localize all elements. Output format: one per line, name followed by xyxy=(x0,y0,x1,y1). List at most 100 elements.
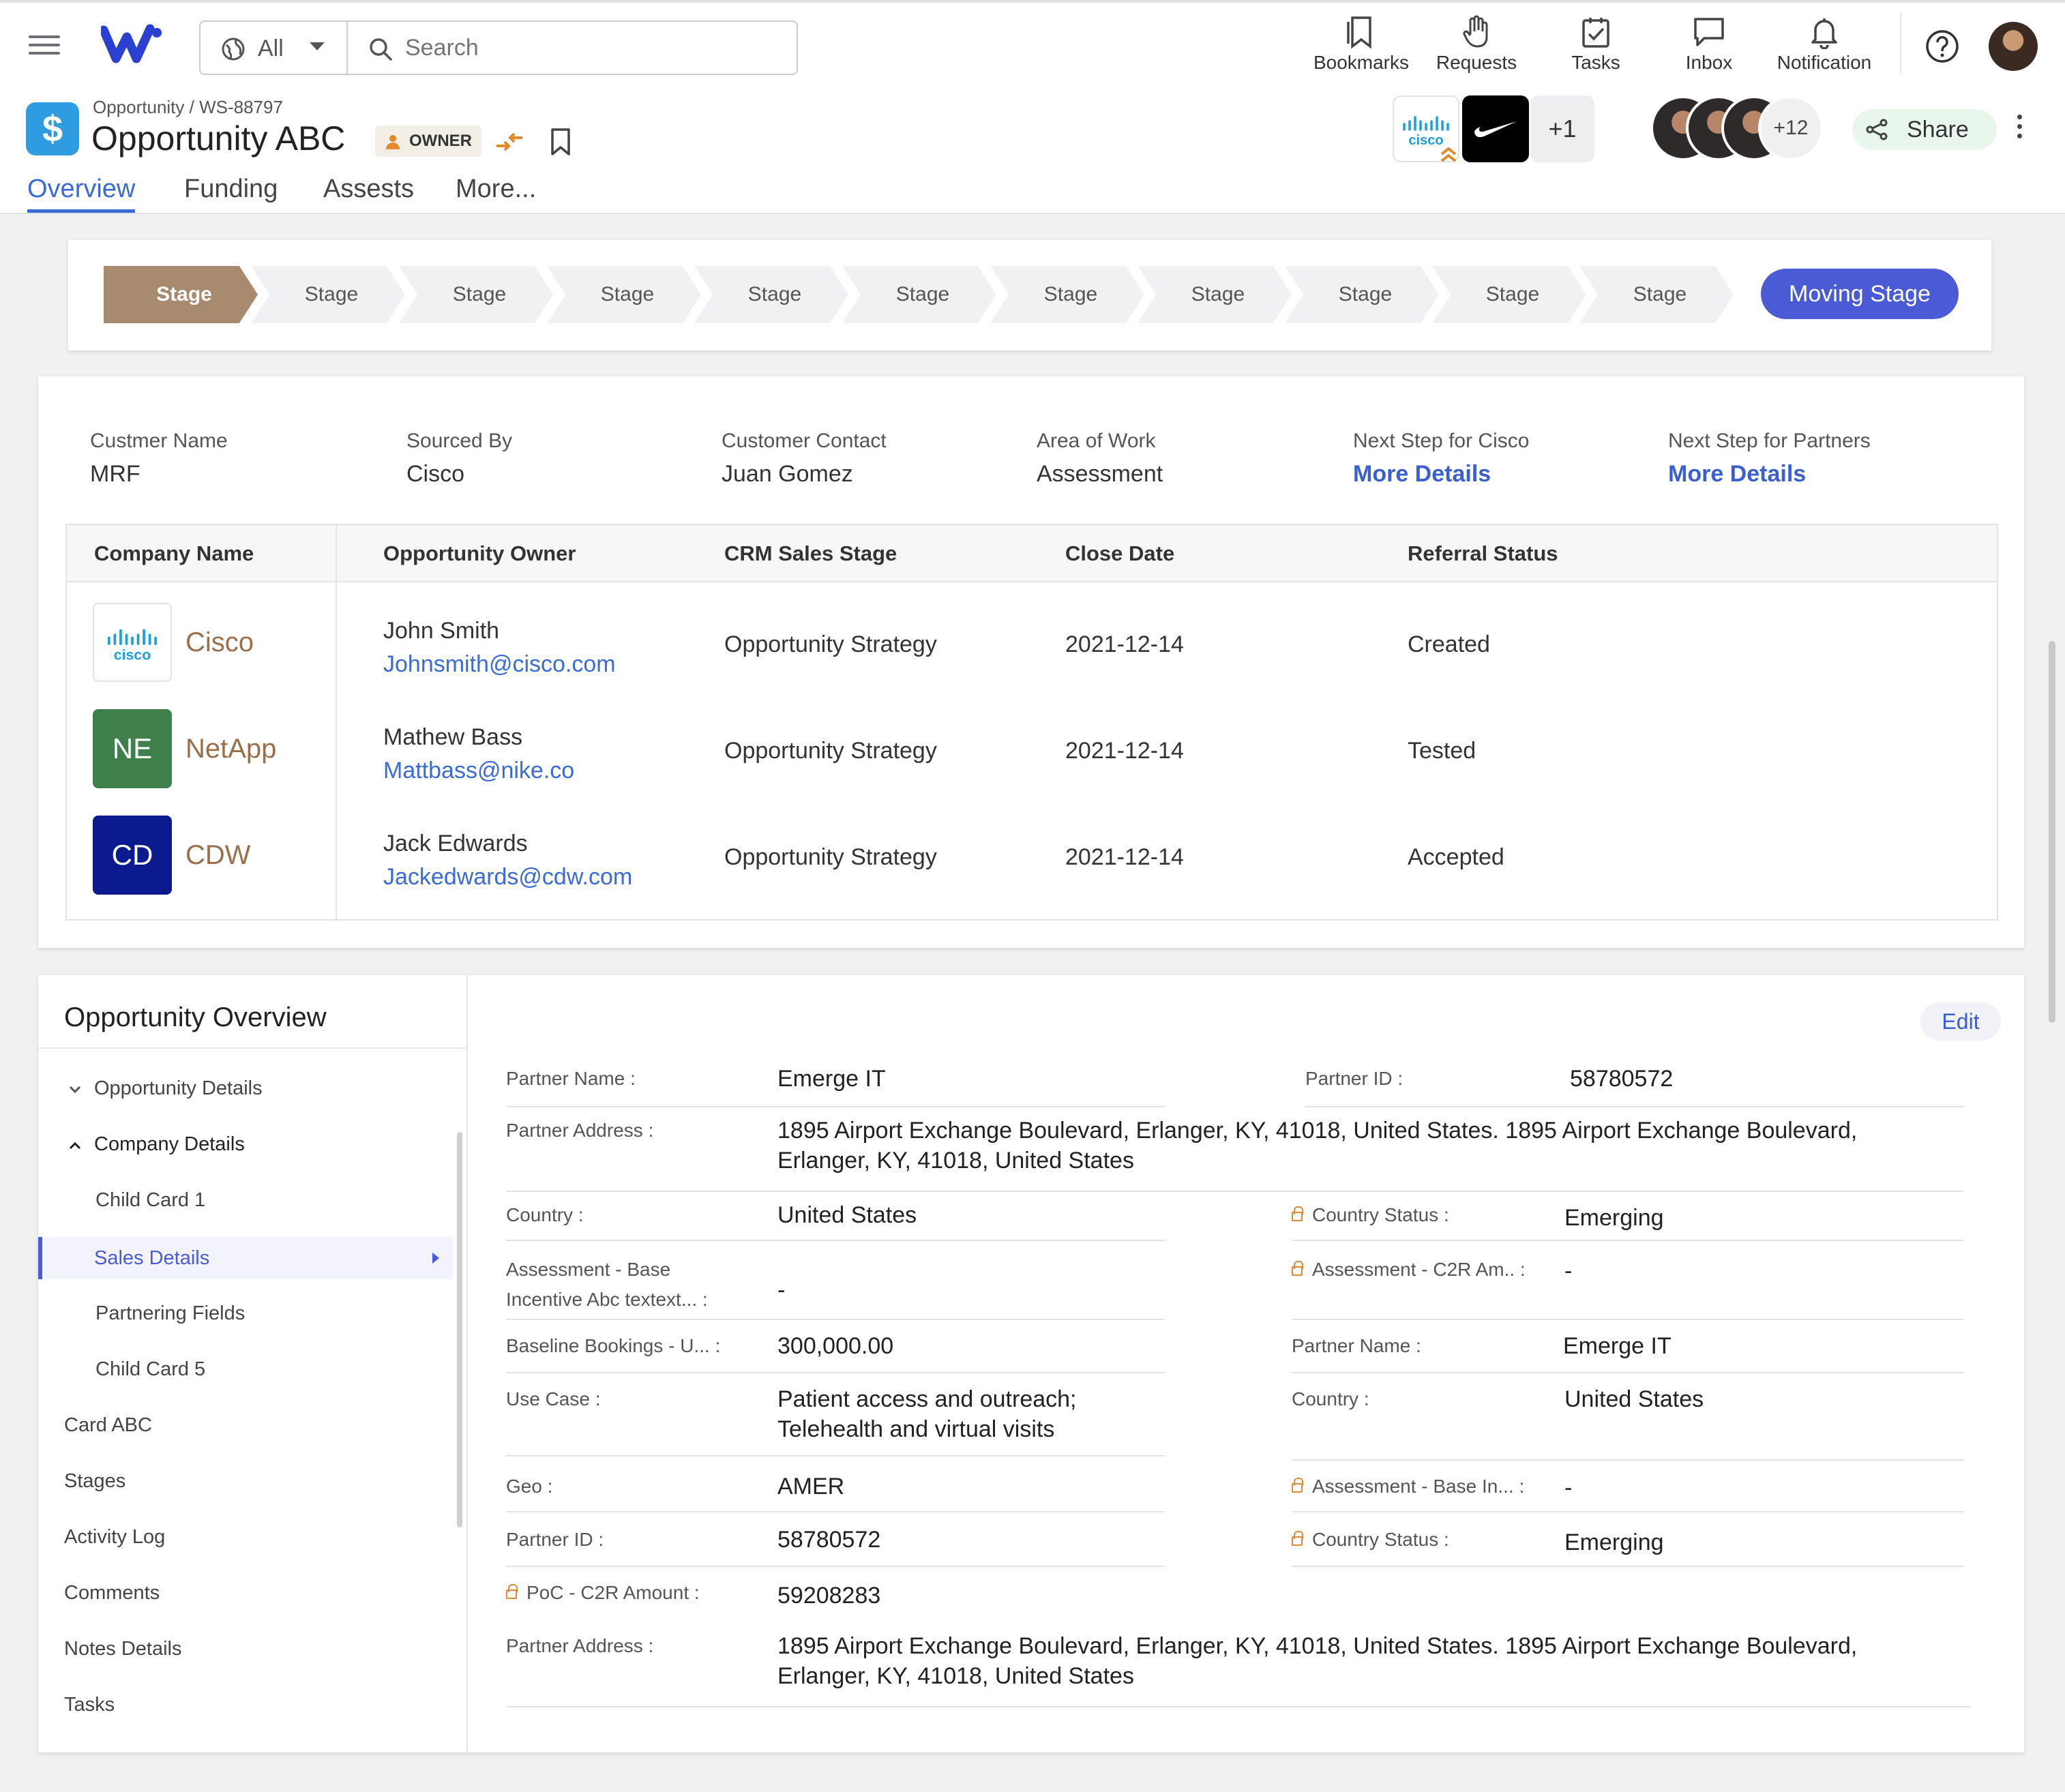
summary-label: Next Step for Partners xyxy=(1668,430,1871,452)
nav-bookmarks[interactable]: Bookmarks xyxy=(1307,15,1416,74)
company-name[interactable]: Cisco xyxy=(185,627,254,658)
chevron-up-icon xyxy=(69,1141,81,1150)
share-button[interactable]: Share xyxy=(1852,109,1997,150)
divider xyxy=(506,1106,1165,1107)
summary-next-step-partners: Next Step for Partners More Details xyxy=(1668,430,1871,488)
stage-step[interactable]: Stage xyxy=(1138,266,1292,323)
search-icon xyxy=(370,38,392,61)
tab-assests[interactable]: Assests xyxy=(323,175,414,204)
column-header: Referral Status xyxy=(1408,541,1558,565)
tab-overview[interactable]: Overview xyxy=(27,175,136,213)
bookmark-icon[interactable] xyxy=(548,127,573,157)
table-row[interactable]: CD CDW Jack Edwards Jackedwards@cdw.com … xyxy=(67,796,1997,903)
nav-inbox[interactable]: Inbox xyxy=(1675,15,1743,74)
lock-icon xyxy=(1292,1477,1303,1493)
record-header: $ Opportunity / WS-88797 Opportunity ABC… xyxy=(0,80,2065,214)
more-collaborators-count[interactable]: +12 xyxy=(1758,95,1824,161)
field-value: 1895 Airport Exchange Boulevard, Erlange… xyxy=(777,1633,1858,1689)
referral-status-cell: Created xyxy=(1408,631,1490,657)
breadcrumb[interactable]: Opportunity / WS-88797 xyxy=(93,97,283,118)
nav-item-company-details[interactable]: Company Details xyxy=(68,1133,245,1156)
collaborators[interactable]: +12 xyxy=(1650,95,1828,164)
owner-email-link[interactable]: Johnsmith@cisco.com xyxy=(383,651,616,678)
nav-item-child-card-1[interactable]: Child Card 1 xyxy=(95,1189,205,1212)
divider xyxy=(1292,1566,1964,1567)
stage-step[interactable]: Stage xyxy=(990,266,1144,323)
sales-stage-cell: Opportunity Strategy xyxy=(724,631,937,657)
stage-step[interactable]: Stage xyxy=(1285,266,1439,323)
nav-item-card-abc[interactable]: Card ABC xyxy=(64,1414,152,1437)
edit-button[interactable]: Edit xyxy=(1920,1002,2001,1041)
field-label: Country Status : xyxy=(1312,1204,1449,1225)
scrollbar[interactable] xyxy=(457,1132,462,1527)
stage-step[interactable]: Stage xyxy=(1432,266,1586,323)
partner-logo-nike[interactable] xyxy=(1462,95,1529,162)
stage-step[interactable]: Stage xyxy=(399,266,553,323)
field-value: - xyxy=(1564,1258,1573,1284)
nav-inbox-label: Inbox xyxy=(1685,52,1733,73)
stage-step[interactable]: Stage xyxy=(547,266,701,323)
help-icon[interactable] xyxy=(1925,29,1960,64)
divider xyxy=(506,1511,1165,1512)
scope-dropdown[interactable]: All xyxy=(200,22,348,74)
page-scrollbar[interactable] xyxy=(2049,641,2055,1023)
table-row[interactable]: cisco Cisco John Smith Johnsmith@cisco.c… xyxy=(67,584,1997,690)
tab-more[interactable]: More... xyxy=(456,175,536,204)
owner-email-link[interactable]: Mattbass@nike.co xyxy=(383,758,574,784)
nav-item-comments[interactable]: Comments xyxy=(64,1582,160,1604)
nav-item-notes-details[interactable]: Notes Details xyxy=(64,1638,181,1660)
search-bar: All xyxy=(199,20,798,75)
field-value: Emerging xyxy=(1564,1529,1664,1555)
transfer-icon[interactable] xyxy=(492,128,526,155)
brand-logo-icon[interactable] xyxy=(99,23,164,68)
inbox-icon xyxy=(1694,18,1724,46)
stage-step[interactable]: Stage xyxy=(251,266,405,323)
divider xyxy=(1292,1319,1964,1320)
column-header: Close Date xyxy=(1065,541,1175,565)
user-avatar[interactable] xyxy=(1989,22,2038,71)
close-date-cell: 2021-12-14 xyxy=(1065,738,1184,764)
nav-tasks[interactable]: Tasks xyxy=(1562,15,1630,74)
table-row[interactable]: NE NetApp Mathew Bass Mattbass@nike.co O… xyxy=(67,690,1997,796)
field-value: Emerging xyxy=(1564,1205,1664,1231)
divider xyxy=(506,1240,1165,1241)
divider xyxy=(506,1566,1165,1567)
scope-label: All xyxy=(258,35,284,61)
company-name[interactable]: CDW xyxy=(185,840,251,871)
nav-requests[interactable]: Requests xyxy=(1432,15,1521,74)
search-input[interactable] xyxy=(405,31,746,64)
tab-funding[interactable]: Funding xyxy=(184,175,278,204)
caret-right-icon xyxy=(432,1253,439,1264)
more-partners-count[interactable]: +1 xyxy=(1530,95,1594,162)
field-label: Assessment - Base In... : xyxy=(1312,1476,1525,1497)
nav-item-label: Company Details xyxy=(94,1133,245,1155)
nav-item-activity-log[interactable]: Activity Log xyxy=(64,1526,165,1549)
nav-item-tasks[interactable]: Tasks xyxy=(64,1694,115,1716)
nav-item-sales-details[interactable]: Sales Details xyxy=(38,1237,453,1279)
close-date-cell: 2021-12-14 xyxy=(1065,631,1184,657)
stage-step[interactable]: Stage xyxy=(104,266,258,323)
nav-item-partnering-fields[interactable]: Partnering Fields xyxy=(95,1302,245,1325)
nav-item-label: Opportunity Details xyxy=(94,1077,263,1099)
field-value: 58780572 xyxy=(777,1527,881,1553)
moving-stage-button[interactable]: Moving Stage xyxy=(1761,269,1959,319)
nav-item-stages[interactable]: Stages xyxy=(64,1470,125,1493)
more-options-icon[interactable] xyxy=(2017,115,2022,143)
company-name[interactable]: NetApp xyxy=(185,734,276,764)
summary-value: Assessment xyxy=(1037,461,1163,487)
stage-step[interactable]: Stage xyxy=(694,266,848,323)
menu-icon[interactable] xyxy=(29,35,60,56)
divider xyxy=(506,1191,1964,1192)
nav-notification[interactable]: Notification xyxy=(1766,15,1882,74)
more-details-link[interactable]: More Details xyxy=(1353,461,1529,488)
stage-step[interactable]: Stage xyxy=(1579,266,1734,323)
more-details-link[interactable]: More Details xyxy=(1668,461,1871,488)
summary-label: Custmer Name xyxy=(90,430,228,452)
owner-email-link[interactable]: Jackedwards@cdw.com xyxy=(383,864,632,891)
nav-item-opportunity-details[interactable]: Opportunity Details xyxy=(68,1077,263,1100)
lock-icon xyxy=(1292,1530,1303,1546)
details-panel: Edit Partner Name : Emerge IT Partner ID… xyxy=(468,975,2024,1752)
chevron-down-icon xyxy=(310,42,325,50)
stage-step[interactable]: Stage xyxy=(842,266,996,323)
nav-item-child-card-5[interactable]: Child Card 5 xyxy=(95,1358,205,1381)
